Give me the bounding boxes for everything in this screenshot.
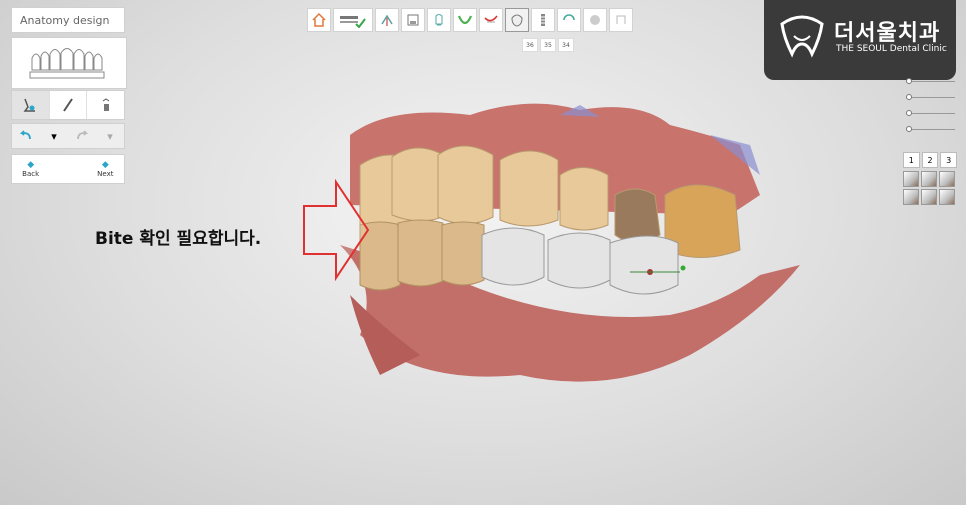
view-cube-icon[interactable] bbox=[939, 189, 955, 205]
undo-button[interactable] bbox=[12, 124, 40, 148]
view-cube-icon[interactable] bbox=[921, 171, 937, 187]
knife-tool-button[interactable] bbox=[50, 91, 88, 119]
crown-view-icon bbox=[484, 15, 498, 23]
margin-icon bbox=[340, 16, 366, 28]
cad-workspace[interactable]: { "app": { "mode_title": "Anatomy design… bbox=[0, 0, 966, 505]
implant-icon bbox=[541, 14, 545, 26]
copy-tooth-icon bbox=[435, 14, 443, 26]
tooth-tab[interactable]: 35 bbox=[540, 38, 556, 52]
view-cube-icon[interactable] bbox=[939, 171, 955, 187]
knife-icon bbox=[63, 98, 73, 112]
anatomy-step-button[interactable] bbox=[505, 8, 529, 32]
insertion-step-button[interactable] bbox=[375, 8, 399, 32]
tooth-logo-icon bbox=[780, 15, 824, 58]
redo-dropdown[interactable]: ▾ bbox=[96, 124, 124, 148]
back-arrow-icon: ◆ bbox=[27, 159, 35, 170]
opacity-slider[interactable] bbox=[903, 91, 959, 103]
clinic-name-korean: 더서울치과 bbox=[834, 21, 941, 46]
view-preset-button[interactable]: 1 bbox=[903, 152, 920, 168]
sculpt-icon bbox=[23, 98, 36, 112]
next-button[interactable]: ◆ Next bbox=[87, 155, 124, 183]
history-controls: ▾ ▾ bbox=[11, 123, 125, 149]
arch-icon bbox=[457, 15, 473, 25]
sculpt-tool-button[interactable] bbox=[12, 91, 50, 119]
step-navigation: ◆ Back ◆ Next bbox=[11, 154, 125, 184]
clinic-logo: 더서울치과 THE SEOUL Dental Clinic bbox=[764, 0, 956, 80]
arch-preview-icon bbox=[29, 48, 105, 79]
connector-icon bbox=[563, 14, 575, 21]
redo-button[interactable] bbox=[68, 124, 96, 148]
designed-crowns[interactable] bbox=[481, 227, 679, 295]
redo-icon bbox=[77, 130, 89, 140]
sculpt-tools bbox=[11, 90, 125, 120]
smooth-step-button[interactable] bbox=[583, 8, 607, 32]
tooth-tabs: 36 35 34 bbox=[522, 38, 574, 52]
view-cube-icon[interactable] bbox=[903, 171, 919, 187]
home-button[interactable] bbox=[307, 8, 331, 32]
tooth-tab[interactable]: 36 bbox=[522, 38, 538, 52]
gizmo-handle-icon[interactable] bbox=[680, 265, 686, 271]
opacity-slider[interactable] bbox=[903, 107, 959, 119]
view-cube-icon[interactable] bbox=[903, 189, 919, 205]
tooth-tab[interactable]: 34 bbox=[558, 38, 574, 52]
next-arrow-icon: ◆ bbox=[101, 159, 109, 170]
save-step-button[interactable] bbox=[401, 8, 425, 32]
dental-scan-viewport[interactable] bbox=[330, 95, 810, 385]
visibility-sliders bbox=[903, 75, 959, 139]
margin-step-button[interactable] bbox=[333, 8, 373, 32]
view-presets: 1 2 3 bbox=[903, 152, 958, 205]
undo-dropdown[interactable]: ▾ bbox=[40, 124, 68, 148]
annotation-arrow bbox=[303, 178, 370, 282]
anatomy-icon bbox=[511, 14, 523, 27]
arch-step-button[interactable] bbox=[453, 8, 477, 32]
bite-check-note: Bite 확인 필요합니다. bbox=[95, 229, 262, 249]
connector-step-button[interactable] bbox=[557, 8, 581, 32]
home-icon bbox=[312, 12, 326, 27]
crown-view-button[interactable] bbox=[479, 8, 503, 32]
back-label: Back bbox=[22, 169, 40, 178]
save-icon bbox=[407, 14, 419, 26]
view-preset-button[interactable]: 2 bbox=[921, 152, 939, 168]
lower-natural-teeth bbox=[359, 219, 485, 291]
wax-icon bbox=[102, 98, 109, 111]
arch-preview[interactable] bbox=[11, 37, 127, 89]
view-preset-button[interactable]: 3 bbox=[940, 152, 958, 168]
finish-icon bbox=[616, 15, 626, 24]
finish-step-button[interactable] bbox=[609, 8, 633, 32]
next-label: Next bbox=[97, 169, 114, 178]
copy-tooth-button[interactable] bbox=[427, 8, 451, 32]
wax-tool-button[interactable] bbox=[87, 91, 124, 119]
back-button[interactable]: ◆ Back bbox=[12, 155, 49, 183]
workflow-toolbar bbox=[307, 8, 633, 32]
insertion-icon bbox=[381, 14, 393, 26]
implant-step-button[interactable] bbox=[531, 8, 555, 32]
view-cube-icon[interactable] bbox=[921, 189, 937, 205]
undo-icon bbox=[19, 130, 31, 140]
opacity-slider[interactable] bbox=[903, 123, 959, 135]
opacity-slider[interactable] bbox=[903, 75, 959, 87]
smooth-icon bbox=[590, 15, 600, 25]
clinic-name-english: THE SEOUL Dental Clinic bbox=[836, 44, 947, 54]
mode-title: Anatomy design bbox=[11, 7, 125, 33]
